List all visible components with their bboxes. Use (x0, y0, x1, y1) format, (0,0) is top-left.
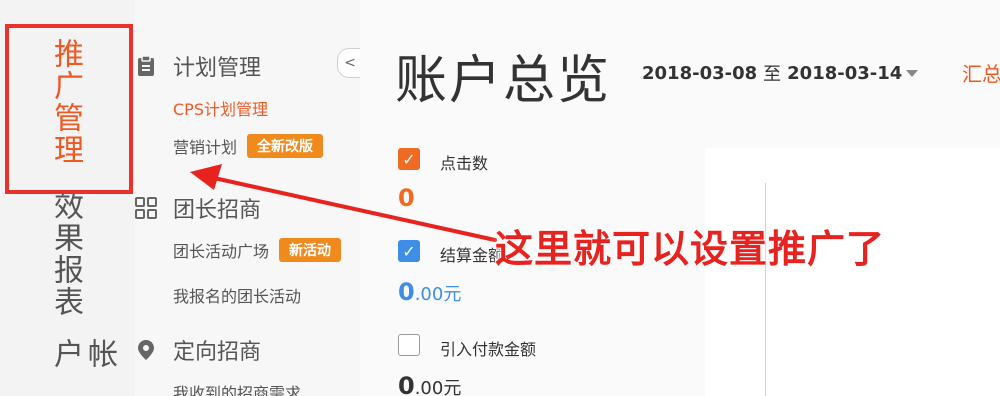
highlight-box (5, 24, 133, 194)
clipboard-icon (135, 55, 157, 77)
metric-value-decimal: .00元 (414, 378, 462, 396)
metric-value: 0.00元 (398, 278, 461, 306)
submenu-item-leader-activity-square[interactable]: 团长活动广场 新活动 (173, 238, 342, 262)
metric-value-decimal: .00元 (414, 284, 462, 305)
new-version-badge: 全新改版 (247, 134, 324, 158)
metric-label: 引入付款金额 (440, 340, 537, 359)
submenu-item-marketing-plan[interactable]: 营销计划 全新改版 (173, 134, 324, 158)
submenu-item-label: CPS计划管理 (173, 100, 268, 119)
checkbox-settlement[interactable]: ✓ (398, 240, 420, 262)
chart-axis (765, 183, 766, 396)
metric-value: 0 (398, 184, 415, 212)
section-leader-recruit[interactable]: 团长招商 (135, 192, 261, 224)
metric-label: 点击数 (440, 154, 489, 173)
metric-value-int: 0 (398, 278, 415, 306)
section-targeted-recruit[interactable]: 定向招商 (135, 334, 261, 366)
nav-item-effect-report[interactable]: 效果报表 (48, 190, 83, 318)
checkbox-imported-payment[interactable] (398, 334, 420, 356)
submenu-item-label: 团长活动广场 (173, 242, 270, 261)
new-activity-badge: 新活动 (279, 238, 342, 262)
section-plan-management[interactable]: 计划管理 (135, 50, 261, 82)
section-title: 计划管理 (173, 56, 262, 81)
grid-icon (135, 197, 157, 219)
checkbox-clicks[interactable]: ✓ (398, 148, 420, 170)
summary-tab[interactable]: 汇总 (962, 58, 1000, 87)
date-to: 2018-03-14 (787, 62, 903, 84)
caret-down-icon (906, 69, 919, 77)
submenu-item-cps-plan[interactable]: CPS计划管理 (173, 96, 268, 120)
annotation-text: 这里就可以设置推广了 (495, 227, 886, 271)
submenu-item-my-registered-activities[interactable]: 我报名的团长活动 (173, 283, 301, 307)
submenu-item-received-requests[interactable]: 我收到的招商需求 (173, 380, 301, 396)
left-nav: 推广管理 效果报表 帐户 (0, 0, 135, 396)
main-content: 账户总览 2018-03-08 至 2018-03-14 汇总 ✓ 点击数 0 … (360, 0, 1000, 396)
date-separator: 至 (763, 64, 782, 85)
date-range-picker[interactable]: 2018-03-08 至 2018-03-14 (642, 60, 919, 86)
section-title: 团长招商 (173, 198, 262, 223)
nav-item-account[interactable]: 帐户 (48, 338, 117, 396)
submenu-panel: 计划管理 < CPS计划管理 营销计划 全新改版 团长招商 团长活动广场 新活动… (135, 0, 363, 396)
metric-value: 0.00元 (398, 372, 461, 396)
submenu-item-label: 营销计划 (173, 138, 238, 157)
metric-value-int: 0 (398, 372, 415, 396)
section-title: 定向招商 (173, 340, 262, 365)
page-title: 账户总览 (395, 51, 612, 111)
submenu-item-label: 我报名的团长活动 (173, 287, 302, 306)
location-pin-icon (135, 339, 157, 361)
submenu-item-label: 我收到的招商需求 (173, 384, 302, 396)
date-from: 2018-03-08 (642, 62, 758, 84)
